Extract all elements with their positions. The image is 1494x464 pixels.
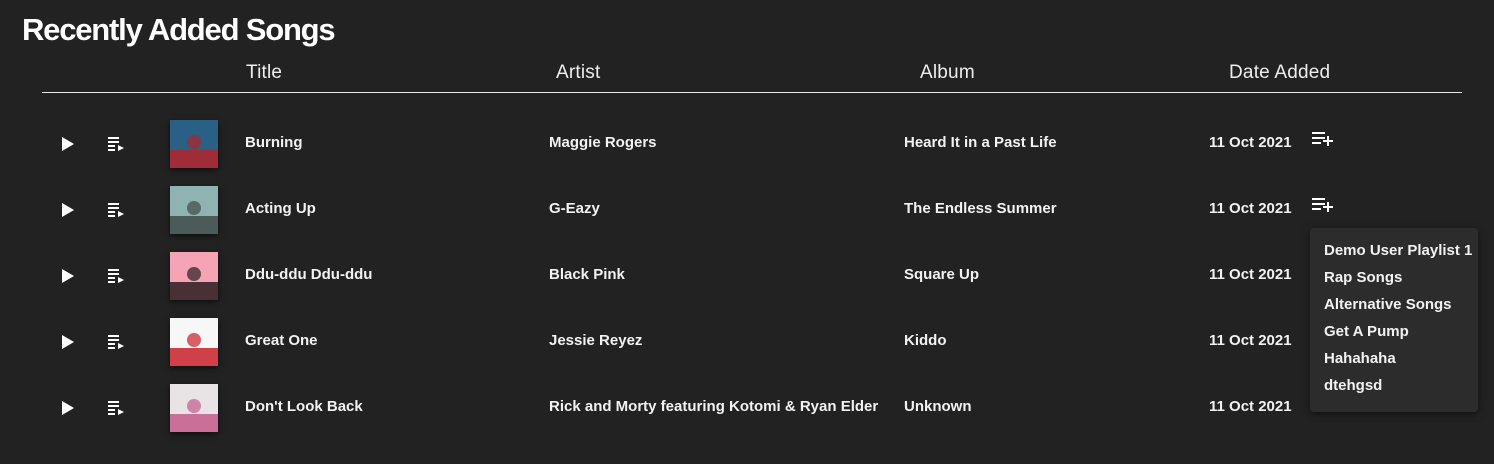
- playlist-menu-item[interactable]: Demo User Playlist 1: [1324, 242, 1472, 259]
- queue-music-icon[interactable]: [108, 334, 126, 350]
- table-row[interactable]: Acting Up G-Eazy The Endless Summer 11 O…: [0, 185, 1494, 235]
- play-icon[interactable]: [60, 135, 76, 153]
- playlist-add-icon[interactable]: [1312, 131, 1334, 147]
- queue-music-icon[interactable]: [108, 202, 126, 218]
- playlist-menu-item[interactable]: Rap Songs: [1324, 269, 1402, 286]
- queue-music-icon[interactable]: [108, 136, 126, 152]
- album-art: [170, 318, 218, 366]
- song-date-added: 11 Oct 2021: [1209, 398, 1292, 415]
- column-header-artist[interactable]: Artist: [556, 62, 600, 84]
- header-divider: [42, 92, 1462, 93]
- album-art: [170, 384, 218, 432]
- album-art: [170, 186, 218, 234]
- queue-music-icon[interactable]: [108, 400, 126, 416]
- table-row[interactable]: Ddu-ddu Ddu-ddu Black Pink Square Up 11 …: [0, 251, 1494, 301]
- playlist-menu-item[interactable]: Hahahaha: [1324, 350, 1396, 367]
- page-title: Recently Added Songs: [22, 12, 336, 47]
- play-icon[interactable]: [60, 333, 76, 351]
- recently-added-page: Recently Added Songs Title Artist Album …: [0, 0, 1494, 464]
- album-art: [170, 252, 218, 300]
- song-title[interactable]: Acting Up: [245, 200, 316, 217]
- song-title[interactable]: Great One: [245, 332, 318, 349]
- album-art: [170, 120, 218, 168]
- table-row[interactable]: Great One Jessie Reyez Kiddo 11 Oct 2021: [0, 317, 1494, 367]
- column-header-date-added[interactable]: Date Added: [1229, 62, 1330, 84]
- playlist-menu-item[interactable]: dtehgsd: [1324, 377, 1382, 394]
- song-date-added: 11 Oct 2021: [1209, 200, 1292, 217]
- play-icon[interactable]: [60, 201, 76, 219]
- playlist-menu-item[interactable]: Get A Pump: [1324, 323, 1409, 340]
- queue-music-icon[interactable]: [108, 268, 126, 284]
- song-album[interactable]: The Endless Summer: [904, 200, 1057, 217]
- song-title[interactable]: Ddu-ddu Ddu-ddu: [245, 266, 372, 283]
- playlist-menu-item[interactable]: Alternative Songs: [1324, 296, 1452, 313]
- song-artist[interactable]: G-Eazy: [549, 200, 600, 217]
- song-artist[interactable]: Maggie Rogers: [549, 134, 657, 151]
- song-date-added: 11 Oct 2021: [1209, 332, 1292, 349]
- table-row[interactable]: Burning Maggie Rogers Heard It in a Past…: [0, 119, 1494, 169]
- song-album[interactable]: Heard It in a Past Life: [904, 134, 1057, 151]
- column-header-title[interactable]: Title: [246, 62, 282, 84]
- song-album[interactable]: Unknown: [904, 398, 972, 415]
- column-header-album[interactable]: Album: [920, 62, 975, 84]
- song-album[interactable]: Square Up: [904, 266, 979, 283]
- song-artist[interactable]: Black Pink: [549, 266, 625, 283]
- table-header: Title Artist Album Date Added: [0, 60, 1494, 88]
- play-icon[interactable]: [60, 267, 76, 285]
- song-album[interactable]: Kiddo: [904, 332, 947, 349]
- song-date-added: 11 Oct 2021: [1209, 266, 1292, 283]
- playlist-add-icon[interactable]: [1312, 197, 1334, 213]
- table-row[interactable]: Don't Look Back Rick and Morty featuring…: [0, 383, 1494, 433]
- play-icon[interactable]: [60, 399, 76, 417]
- add-to-playlist-menu: Demo User Playlist 1 Rap Songs Alternati…: [1310, 228, 1478, 412]
- song-title[interactable]: Burning: [245, 134, 303, 151]
- song-date-added: 11 Oct 2021: [1209, 134, 1292, 151]
- song-artist[interactable]: Jessie Reyez: [549, 332, 642, 349]
- song-title[interactable]: Don't Look Back: [245, 398, 363, 415]
- song-artist[interactable]: Rick and Morty featuring Kotomi & Ryan E…: [549, 398, 878, 415]
